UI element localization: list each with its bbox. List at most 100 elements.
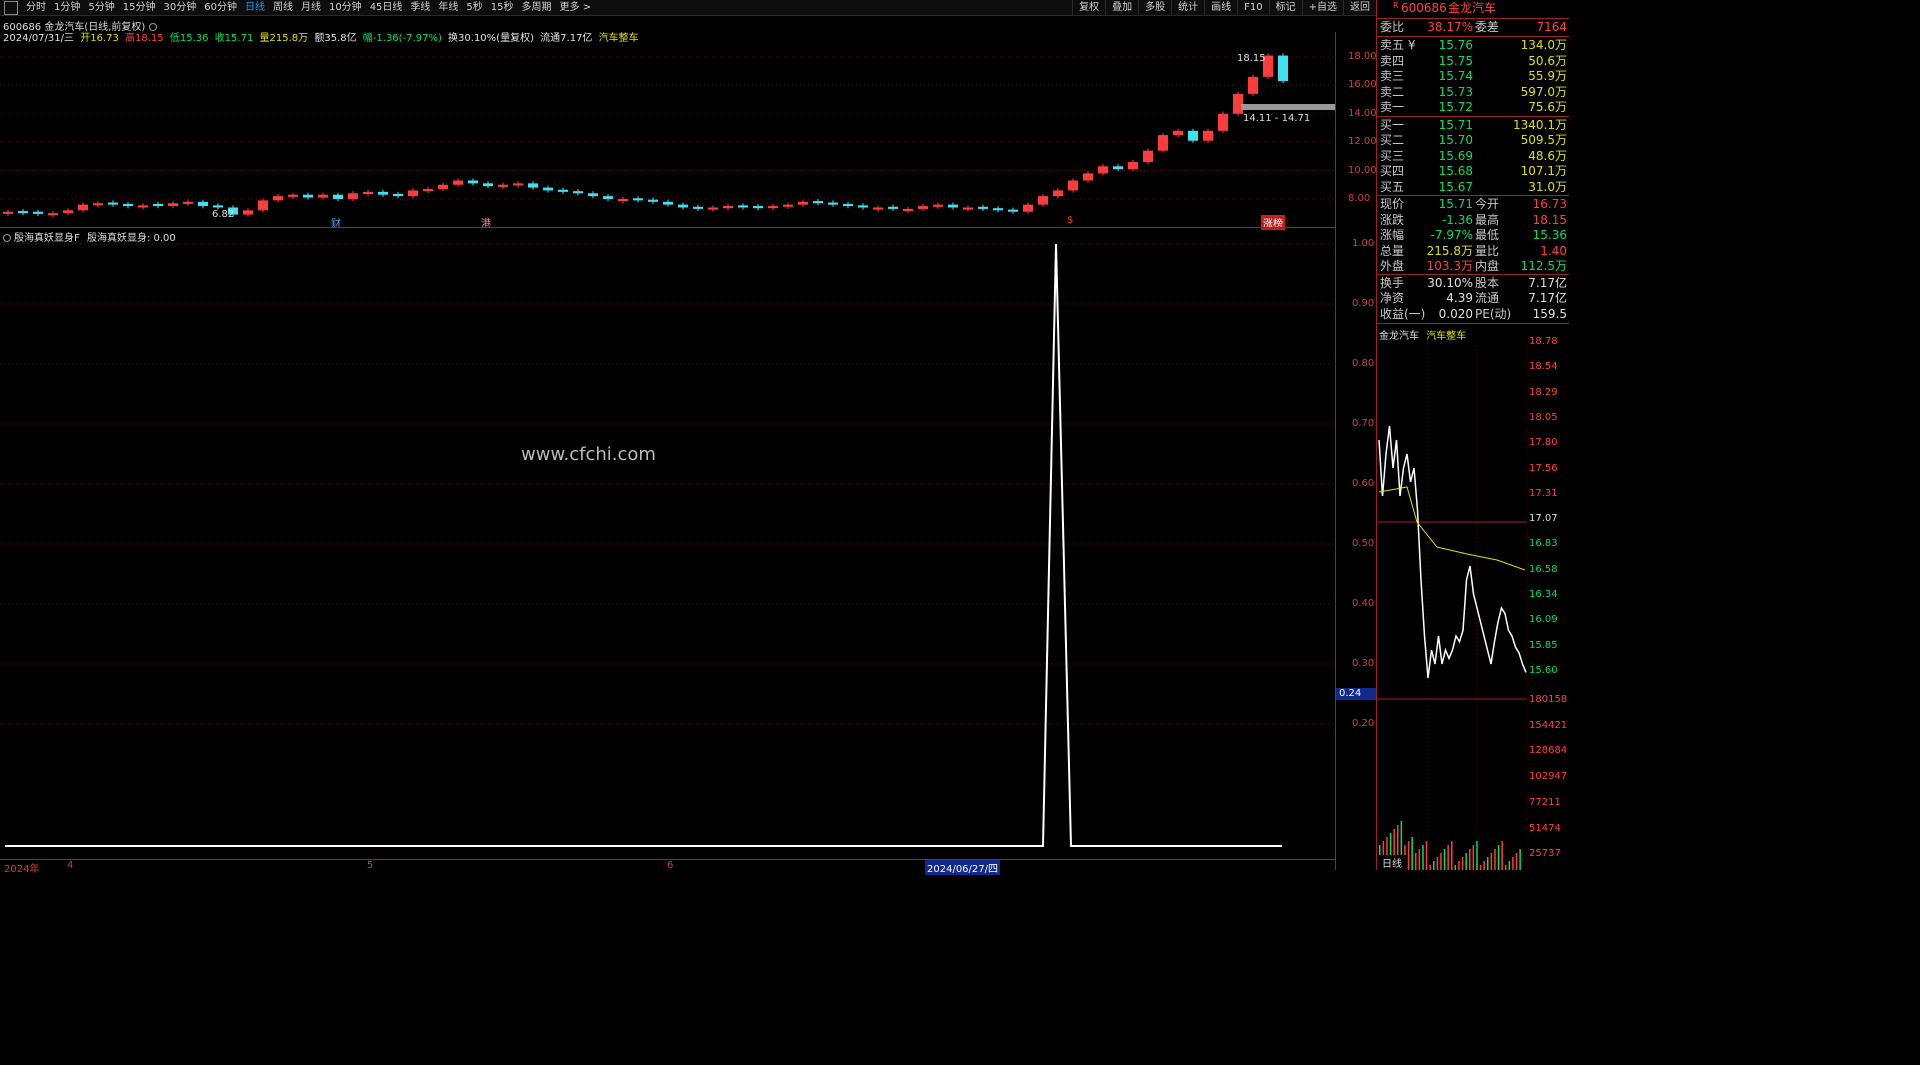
toolbar-item-16[interactable]: 更多 > xyxy=(556,0,596,16)
toolbar-item-12[interactable]: 年线 xyxy=(434,0,462,16)
indicator-axis-label: 0.90 xyxy=(1352,298,1375,309)
mini-vol-bar xyxy=(1440,853,1442,870)
stock-code: 600686 xyxy=(1401,1,1447,15)
mini-vol-bar xyxy=(1519,849,1521,870)
kline-chart[interactable] xyxy=(0,16,1376,870)
mini-price-axis-label: 18.54 xyxy=(1529,361,1558,373)
toolbar-right-item-8[interactable]: 返回 xyxy=(1343,0,1376,16)
candle-body xyxy=(1098,166,1108,174)
mini-vol-bar xyxy=(1497,845,1500,870)
toolbar-item-15[interactable]: 多周期 xyxy=(518,0,556,16)
candle-body xyxy=(1158,135,1168,151)
mini-price-axis-label: 16.83 xyxy=(1529,538,1558,550)
toolbar-item-13[interactable]: 5秒 xyxy=(462,0,486,16)
ask-row: 卖五 ¥15.76 134.0万 xyxy=(1380,38,1567,52)
toolbar-item-7[interactable]: 周线 xyxy=(269,0,297,16)
candle-body xyxy=(708,207,718,210)
mini-price-axis-label: 17.07 xyxy=(1529,513,1558,525)
candle-body xyxy=(543,187,553,191)
price-axis-label: 8.00 xyxy=(1348,192,1371,204)
toolbar-item-8[interactable]: 月线 xyxy=(297,0,325,16)
toolbar-item-0[interactable]: 分时 xyxy=(22,0,50,16)
candle-body xyxy=(1128,162,1138,170)
candle-body xyxy=(663,201,673,205)
indicator-axis-label: 0.80 xyxy=(1352,358,1375,369)
mini-vol-bar xyxy=(1479,865,1482,870)
mini-price-axis-label: 16.34 xyxy=(1529,589,1558,600)
toolbar-item-5[interactable]: 60分钟 xyxy=(200,0,241,16)
candle-body xyxy=(3,211,13,214)
price-axis-label: 10.00 xyxy=(1348,164,1377,176)
candle-body xyxy=(393,193,403,197)
event-marker[interactable]: $ xyxy=(1067,215,1073,226)
toolbar-right-item-5[interactable]: F10 xyxy=(1237,0,1268,16)
mini-price-axis-label: 17.56 xyxy=(1529,462,1558,474)
stock-name: 金龙汽车 xyxy=(1448,1,1497,15)
mini-vol-bar xyxy=(1411,837,1413,870)
candle-body xyxy=(1113,166,1123,170)
mini-chart-header: 金龙汽车 汽车整车 xyxy=(1379,331,1467,342)
watermark: www.cfchi.com xyxy=(521,444,656,465)
order-ratio-row: 委比 38.17% 委差 7164 xyxy=(1380,20,1567,34)
candle-body xyxy=(378,191,388,195)
price-axis-label: 16.00 xyxy=(1348,79,1377,91)
candle-body xyxy=(783,204,793,207)
intraday-mini-chart[interactable] xyxy=(1377,342,1527,870)
period-label: 日线 xyxy=(1377,855,1407,870)
candle-body xyxy=(873,207,883,210)
candle-body xyxy=(138,205,148,208)
candle-body xyxy=(468,180,478,184)
candle-body xyxy=(513,183,523,186)
candle-body xyxy=(1053,190,1063,197)
toolbar-item-14[interactable]: 15秒 xyxy=(487,0,518,16)
candle-body xyxy=(843,203,853,207)
candle-body xyxy=(978,206,988,209)
candle-body xyxy=(558,189,568,192)
toolbar-right-item-7[interactable]: +自选 xyxy=(1301,0,1343,16)
mini-price-axis-label: 17.31 xyxy=(1529,487,1558,499)
mini-price-axis-label: 18.78 xyxy=(1529,336,1558,347)
candle-body xyxy=(288,194,298,197)
indicator-settings-icon[interactable] xyxy=(3,234,11,242)
candle-body xyxy=(858,205,868,208)
mini-vol-bar xyxy=(1447,845,1449,870)
toolbar-right-item-3[interactable]: 统计 xyxy=(1171,0,1204,16)
toolbar-right-item-1[interactable]: 叠加 xyxy=(1105,0,1138,16)
mini-volume-axis-label: 180158 xyxy=(1529,694,1568,705)
high-label: 18.15 xyxy=(1237,53,1266,64)
mini-vol-bar xyxy=(1490,853,1493,870)
mini-volume-axis-label: 51474 xyxy=(1529,822,1561,834)
mini-volume-axis-label: 102947 xyxy=(1529,771,1568,783)
candle-body xyxy=(168,203,178,207)
toolbar-item-4[interactable]: 30分钟 xyxy=(159,0,200,16)
candle-body xyxy=(423,189,433,192)
mini-volume-axis-label: 77211 xyxy=(1529,796,1561,808)
mini-vol-bar xyxy=(1422,845,1424,870)
indicator-axis-label: 0.50 xyxy=(1352,538,1375,549)
date-axis-label: 5 xyxy=(367,860,374,871)
mini-price-axis-label: 17.80 xyxy=(1529,437,1558,449)
toolbar-right-item-2[interactable]: 多股 xyxy=(1138,0,1171,16)
low-label: 6.82 xyxy=(212,209,235,220)
candle-body xyxy=(723,206,733,209)
menu-icon[interactable] xyxy=(4,0,18,15)
candle-body xyxy=(18,211,28,214)
toolbar-right-item-6[interactable]: 标记 xyxy=(1268,0,1302,16)
toolbar-item-9[interactable]: 10分钟 xyxy=(325,0,366,16)
toolbar-item-11[interactable]: 季线 xyxy=(406,0,434,16)
chart-area[interactable]: 600686 金龙汽车(日线,前复权) 2024/07/31/三 开16.73 … xyxy=(0,16,1377,875)
candle-body xyxy=(948,204,958,208)
toolbar-item-2[interactable]: 5分钟 xyxy=(84,0,118,16)
toolbar-right-item-4[interactable]: 画线 xyxy=(1204,0,1237,16)
toolbar-item-10[interactable]: 45日线 xyxy=(366,0,407,16)
mini-vol-bar xyxy=(1465,853,1467,870)
mini-vol-bar xyxy=(1451,841,1453,870)
date-axis-label: 2024年 xyxy=(4,864,40,875)
toolbar-item-3[interactable]: 15分钟 xyxy=(119,0,160,16)
mini-vol-bar xyxy=(1415,853,1417,870)
toolbar-item-6[interactable]: 日线 xyxy=(241,0,269,16)
candle-body xyxy=(33,211,43,214)
toolbar-right-item-0[interactable]: 复权 xyxy=(1072,0,1105,16)
toolbar-item-1[interactable]: 1分钟 xyxy=(50,0,84,16)
band-label: 14.11 - 14.71 xyxy=(1243,113,1311,124)
